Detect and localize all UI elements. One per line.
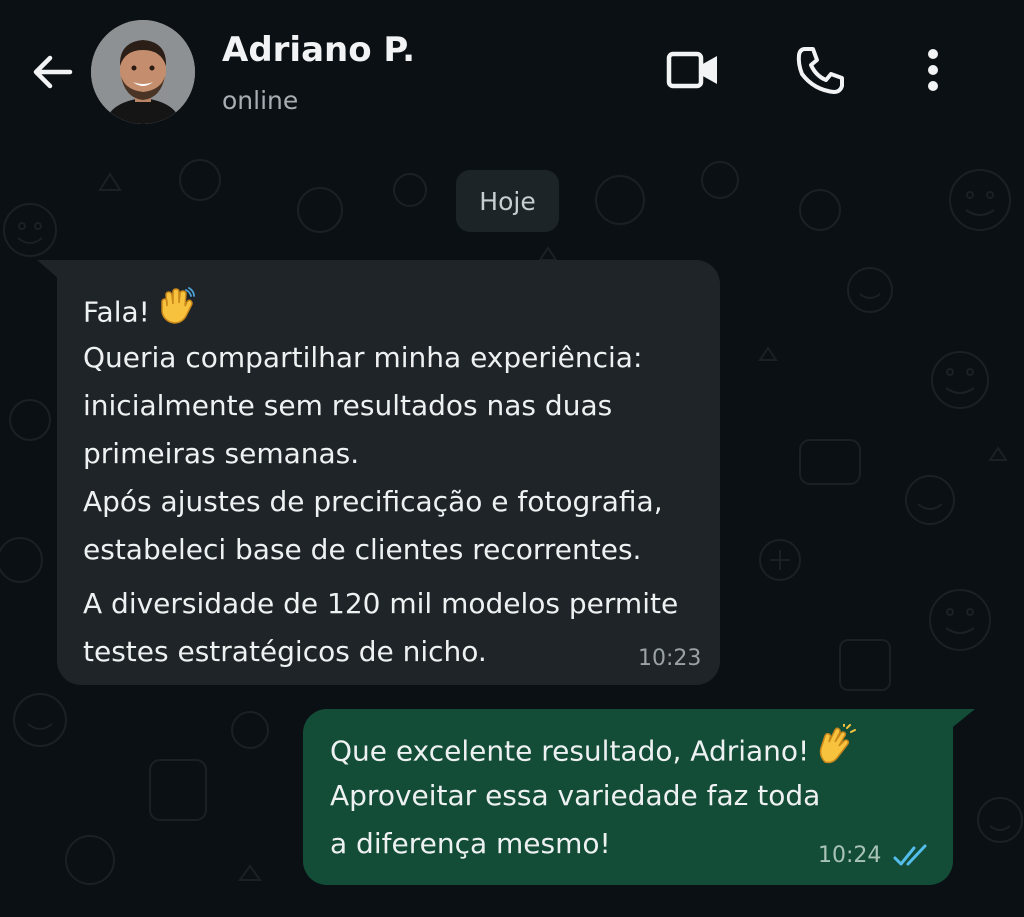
avatar-photo <box>91 20 195 124</box>
phone-icon <box>796 47 844 94</box>
message-line: Fala! <box>83 286 678 334</box>
outgoing-message-text: Que excelente resultado, Adriano! Aprove… <box>330 722 857 868</box>
outgoing-message-time: 10:24 <box>818 843 882 868</box>
back-button[interactable] <box>26 46 78 98</box>
video-call-button[interactable] <box>660 42 726 98</box>
chat-header: Adriano P. online <box>0 0 1024 143</box>
voice-call-button[interactable] <box>790 42 850 98</box>
waving-hand-emoji <box>156 286 196 341</box>
message-line: testes estratégicos de nicho. <box>83 635 487 668</box>
message-line: Queria compartilhar minha experiência: <box>83 341 643 374</box>
message-line: primeiras semanas. <box>83 437 360 470</box>
video-call-icon <box>666 51 717 89</box>
message-line: a diferença mesmo! <box>330 827 611 860</box>
message-line: Aproveitar essa variedade faz toda <box>330 779 821 812</box>
message-line: estabeleci base de clientes recorrentes. <box>83 533 642 566</box>
read-double-check-icon <box>893 844 927 866</box>
message-line: A diversidade de 120 mil modelos permite <box>83 587 679 620</box>
more-options-button[interactable] <box>912 40 954 100</box>
more-vertical-icon <box>928 49 938 91</box>
message-line: inicialmente sem resultados nas duas <box>83 389 613 422</box>
incoming-message-time: 10:23 <box>638 646 702 671</box>
message-line: Após ajustes de precificação e fotografi… <box>83 485 663 518</box>
incoming-message-text: Fala! Queria compartilhar minha experiên… <box>83 286 678 676</box>
clapping-hands-emoji <box>815 722 857 781</box>
contact-status: online <box>222 86 299 115</box>
message-line: Que excelente resultado, Adriano! <box>330 722 857 772</box>
avatar[interactable] <box>91 20 195 124</box>
contact-name[interactable]: Adriano P. <box>222 30 415 70</box>
date-chip: Hoje <box>456 170 559 232</box>
back-arrow-icon <box>33 55 73 89</box>
